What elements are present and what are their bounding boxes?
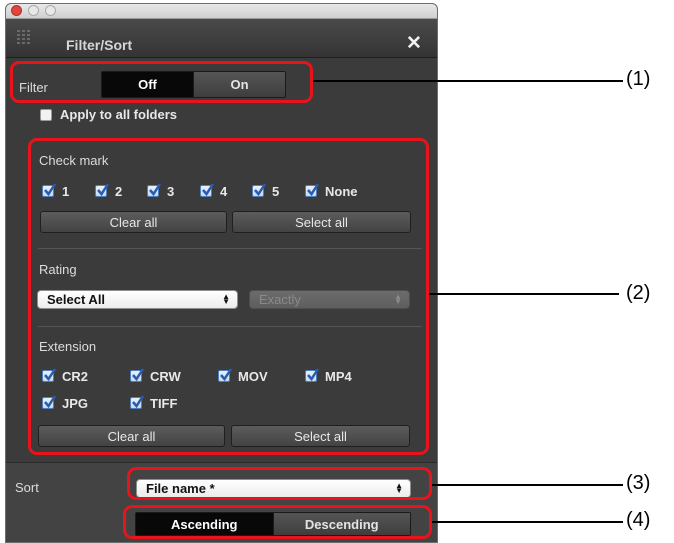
window-minimize-button[interactable] (28, 5, 39, 16)
filter-toggle: Off On (101, 71, 286, 98)
extension-select-all-button[interactable]: Select all (231, 425, 410, 447)
window-close-button[interactable] (11, 5, 22, 16)
callout-label-1: (1) (626, 68, 651, 90)
window-zoom-button[interactable] (45, 5, 56, 16)
callout-label-4: (4) (626, 509, 651, 531)
check-mark-select-all-button[interactable]: Select all (232, 211, 411, 233)
extension-mp4-label: MP4 (325, 369, 352, 384)
check-mark-2-checkbox[interactable] (95, 183, 110, 197)
rating-heading: Rating (39, 262, 77, 277)
panel-header: Filter/Sort ✕ (6, 19, 437, 58)
check-mark-1-checkbox[interactable] (42, 183, 57, 197)
check-mark-3-checkbox[interactable] (147, 183, 162, 197)
rating-mode-select: Exactly ▲ ▼ (249, 290, 410, 309)
check-mark-4-label: 4 (220, 184, 228, 199)
check-mark-none-checkbox[interactable] (305, 183, 320, 197)
extension-crw-label: CRW (150, 369, 181, 384)
sort-ascending-button[interactable]: Ascending (136, 513, 273, 535)
check-mark-1-label: 1 (62, 184, 70, 199)
extension-cr2-checkbox[interactable] (42, 368, 57, 382)
check-mark-heading: Check mark (39, 153, 109, 168)
extension-cr2-label: CR2 (62, 369, 89, 384)
extension-clear-all-button[interactable]: Clear all (38, 425, 225, 447)
close-icon[interactable]: ✕ (406, 34, 422, 54)
rating-mode-value: Exactly (259, 292, 301, 307)
extension-mp4-checkbox[interactable] (305, 368, 320, 382)
apply-all-label: Apply to all folders (60, 107, 178, 122)
extension-jpg-checkbox[interactable] (42, 395, 57, 409)
check-mark-2-label: 2 (115, 184, 123, 199)
filter-off-button[interactable]: Off (102, 72, 193, 97)
sort-field-select[interactable]: File name * ▲ ▼ (136, 479, 411, 498)
filter-on-button[interactable]: On (193, 72, 285, 97)
grip-icon[interactable] (17, 30, 33, 44)
check-mark-none-label: None (325, 184, 358, 199)
extension-heading: Extension (39, 339, 97, 354)
sort-label: Sort (15, 480, 39, 495)
callout-leader-1 (313, 80, 623, 82)
check-mark-3-label: 3 (167, 184, 175, 199)
extension-jpg-label: JPG (62, 396, 89, 411)
extension-crw-checkbox[interactable] (130, 368, 145, 382)
section-divider (38, 326, 422, 327)
select-arrows-icon: ▲ ▼ (394, 292, 402, 306)
filter-sort-panel: Filter/Sort ✕ Filter Off On Apply to all… (5, 3, 438, 543)
extension-tiff-label: TIFF (150, 396, 178, 411)
check-mark-5-label: 5 (272, 184, 280, 199)
apply-all-checkbox[interactable] (40, 109, 52, 121)
check-mark-clear-all-button[interactable]: Clear all (40, 211, 227, 233)
select-arrows-icon: ▲ ▼ (395, 481, 403, 495)
callout-leader-2 (429, 293, 619, 295)
extension-tiff-checkbox[interactable] (130, 395, 145, 409)
extension-mov-label: MOV (238, 369, 268, 384)
panel-title: Filter/Sort (66, 37, 133, 53)
callout-leader-4 (432, 521, 623, 523)
rating-select-value: Select All (47, 292, 106, 307)
select-arrows-icon: ▲ ▼ (222, 292, 230, 306)
rating-select[interactable]: Select All ▲ ▼ (37, 290, 238, 309)
window-titlebar (6, 4, 437, 19)
callout-label-3: (3) (626, 472, 651, 494)
sort-field-value: File name * (146, 481, 215, 496)
callout-label-2: (2) (626, 282, 651, 304)
check-mark-4-checkbox[interactable] (200, 183, 215, 197)
section-divider (38, 248, 422, 249)
sort-descending-button[interactable]: Descending (272, 513, 410, 535)
callout-leader-3 (432, 484, 623, 486)
check-mark-5-checkbox[interactable] (252, 183, 267, 197)
extension-mov-checkbox[interactable] (218, 368, 233, 382)
filter-label: Filter (19, 80, 48, 95)
sort-order-toggle: Ascending Descending (135, 512, 411, 536)
